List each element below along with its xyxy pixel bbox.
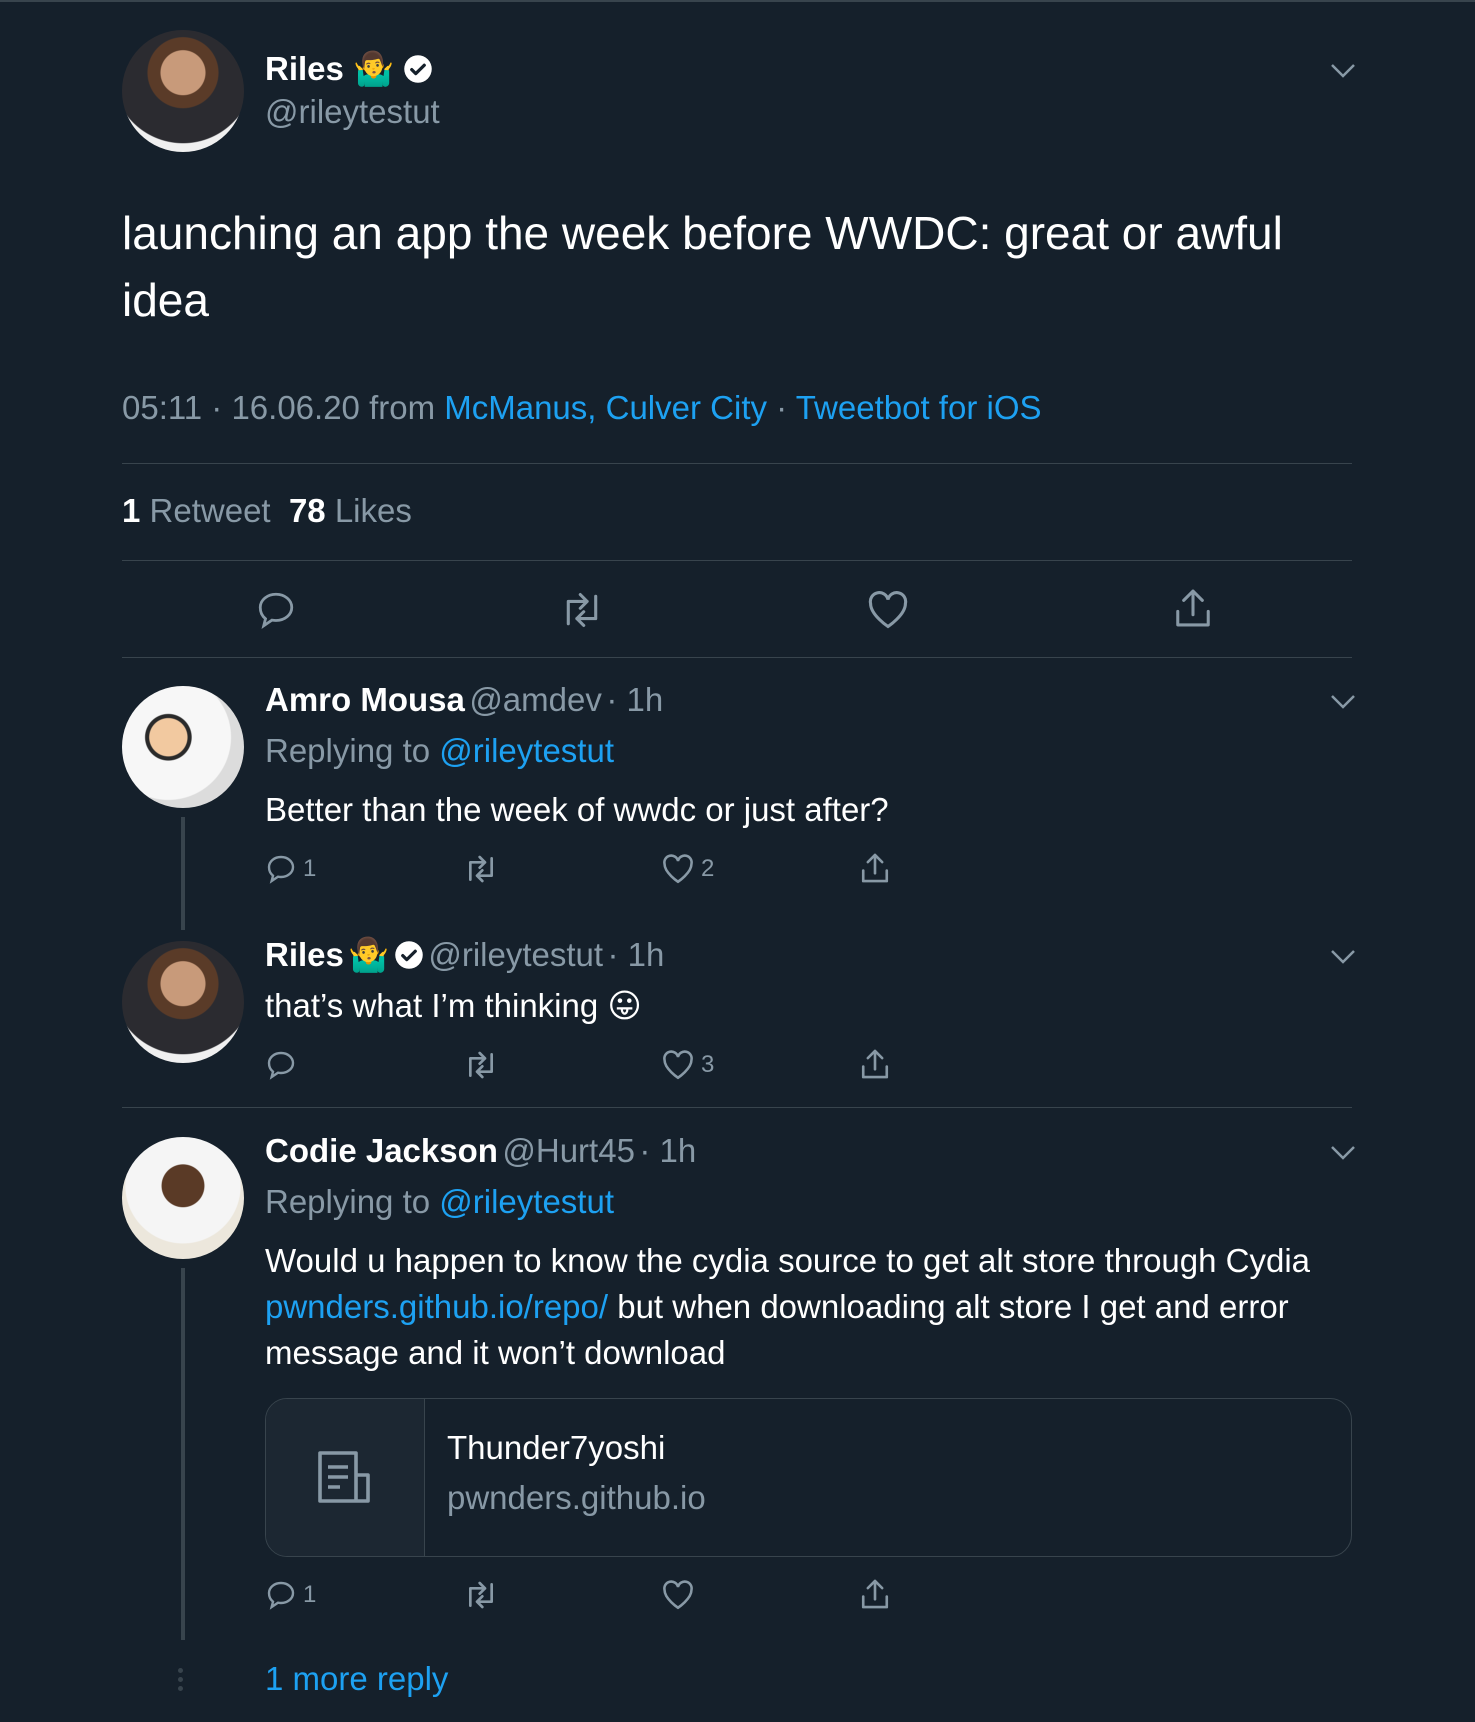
retweet-icon[interactable] [558,589,606,631]
reply-action[interactable] [265,1049,297,1081]
reply-text: that’s what I’m thinking 😛 [265,987,642,1024]
share-icon [861,1579,889,1609]
tweet-location-link[interactable]: McManus, Culver City [444,389,767,426]
reply-action[interactable]: 1 [265,1579,316,1611]
retweet-action[interactable] [462,1579,500,1611]
reply-action[interactable]: 1 [265,853,316,885]
share-action[interactable] [859,851,891,885]
shrug-emoji: 🤷‍♂️ [348,936,390,973]
main-tweet-text: launching an app the week before WWDC: g… [122,207,1283,326]
reply-time: · 1h [607,936,665,973]
chevron-down-icon[interactable] [1330,949,1356,965]
reply-text: Would u happen to know the cydia source … [265,1238,1350,1376]
replying-to-link[interactable]: @rileytestut [439,732,614,769]
more-replies-link[interactable]: 1 more reply [265,1660,448,1698]
reply-time: · 1h [606,681,664,718]
avatar-codie[interactable] [122,1137,244,1259]
replying-to: Replying to @rileytestut [265,1183,614,1221]
top-border [0,0,1475,2]
avatar-riles[interactable] [122,30,244,152]
link-card-thumbnail [266,1399,425,1556]
retweet-icon [469,855,493,883]
reply-author-name[interactable]: Codie Jackson [265,1132,498,1169]
reply-text: Better than the week of wwdc or just aft… [265,791,889,828]
like-action[interactable]: 3 [661,1049,714,1081]
shrug-emoji: 🤷‍♂️ [353,50,395,87]
reply-count: 1 [303,1581,317,1608]
thread-ellipsis-icon [178,1668,186,1695]
link-card[interactable]: Thunder7yoshi pwnders.github.io [265,1398,1352,1557]
divider [122,463,1352,464]
like-icon [663,1580,693,1610]
replying-to-link[interactable]: @rileytestut [439,1183,614,1220]
share-action[interactable] [859,1047,891,1081]
reply-time: · 1h [639,1132,697,1169]
like-icon [663,854,693,884]
like-label[interactable]: Likes [335,492,412,529]
like-count: 2 [701,855,715,882]
chevron-down-icon[interactable] [1330,694,1356,710]
reply-header: Codie Jackson @Hurt45 · 1h [265,1132,696,1170]
document-icon [318,1451,370,1503]
divider [122,1107,1352,1108]
avatar-amro[interactable] [122,686,244,808]
share-icon [861,853,889,883]
retweet-icon [469,1051,493,1079]
reply-author-handle[interactable]: @Hurt45 [502,1132,635,1169]
replying-to: Replying to @rileytestut [265,732,614,770]
chevron-down-icon[interactable] [1330,63,1356,79]
reply-icon[interactable] [255,589,297,631]
share-icon [861,1049,889,1079]
like-action[interactable]: 2 [661,853,714,885]
retweet-label[interactable]: Retweet [150,492,271,529]
like-count: 3 [701,1051,715,1078]
like-icon [663,1050,693,1080]
reply-author-name[interactable]: Amro Mousa [265,681,465,718]
retweet-action[interactable] [462,1049,500,1081]
link-card-domain: pwnders.github.io [447,1479,706,1516]
reply-icon [267,1051,295,1080]
reply-count: 1 [303,855,317,882]
replying-to-label: Replying to [265,732,440,769]
like-action[interactable] [661,1579,695,1611]
share-action[interactable] [859,1577,891,1611]
reply-author-handle[interactable]: @amdev [469,681,602,718]
chevron-down-icon[interactable] [1330,1145,1356,1161]
main-author-handle[interactable]: @rileytestut [265,93,440,131]
replying-to-label: Replying to [265,1183,440,1220]
retweet-count[interactable]: 1 [122,492,140,529]
reply-author-name[interactable]: Riles [265,936,344,973]
reply-header: Amro Mousa @amdev · 1h [265,681,663,719]
thread-line [181,1268,185,1640]
divider [122,560,1352,561]
avatar-riles[interactable] [122,941,244,1063]
link-card-title: Thunder7yoshi [447,1429,666,1466]
repo-link[interactable]: pwnders.github.io/repo/ [265,1288,608,1325]
tweet-client-link[interactable]: Tweetbot for iOS [796,389,1042,426]
meta-separator: · [766,389,796,426]
verified-icon [395,941,423,969]
tweet-stats: 1 Retweet 78 Likes [122,492,412,530]
share-icon[interactable] [1172,586,1214,630]
retweet-icon [469,1581,493,1609]
verified-icon [404,55,433,83]
retweet-action[interactable] [462,853,500,885]
reply-icon [267,855,295,884]
like-count[interactable]: 78 [289,492,326,529]
main-author-name-text: Riles [265,50,344,87]
reply-author-handle[interactable]: @rileytestut [428,936,603,973]
divider [122,657,1352,658]
tweet-time-date: 05:11 · 16.06.20 from [122,389,445,426]
main-author-name[interactable]: Riles 🤷‍♂️ [265,50,433,89]
reply-header: Riles 🤷‍♂️ @rileytestut · 1h [265,936,664,975]
reply-text-part: Would u happen to know the cydia source … [265,1242,1311,1279]
thread-line [181,817,185,930]
reply-icon [267,1581,295,1610]
tweet-meta: 05:11 · 16.06.20 from McManus, Culver Ci… [122,389,1042,427]
like-icon[interactable] [866,589,910,631]
